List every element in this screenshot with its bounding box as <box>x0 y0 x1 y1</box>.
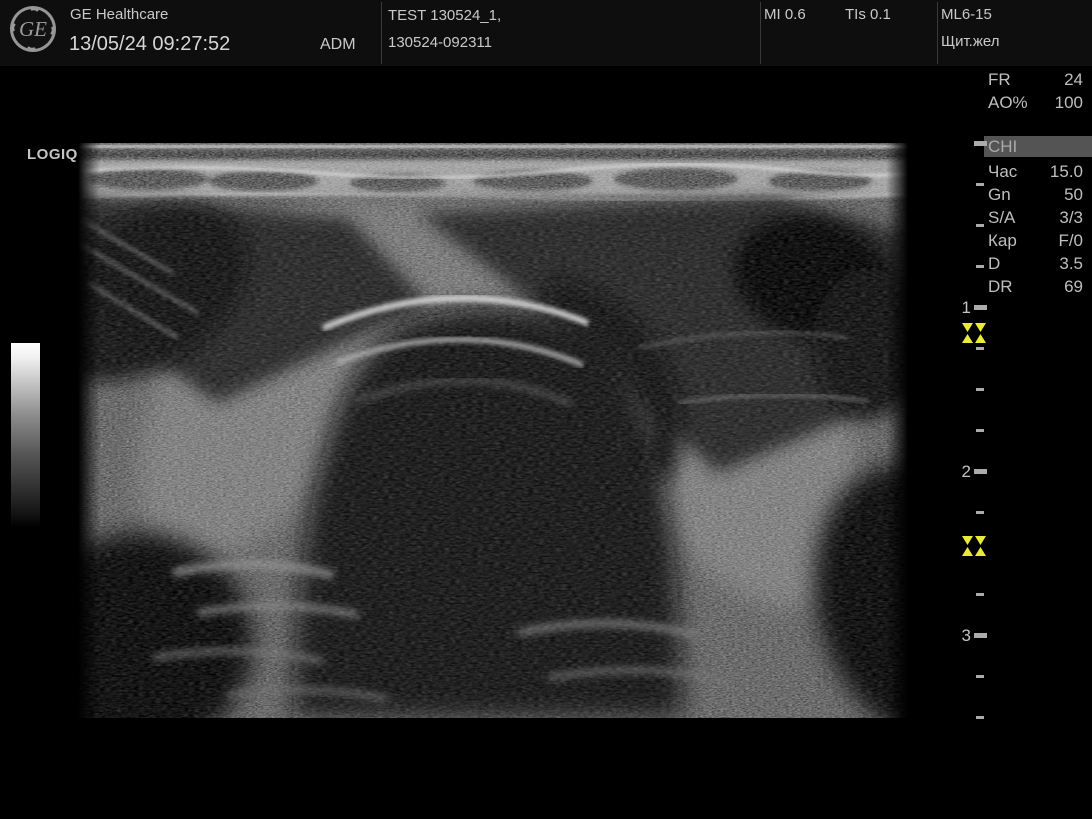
param-row[interactable]: Час 15.0 <box>984 162 1086 185</box>
ruler-tick <box>974 469 987 474</box>
mi-indicator: MI 0.6 <box>764 6 806 23</box>
param-value: 100 <box>1055 93 1086 113</box>
param-label: D <box>984 254 1000 274</box>
param-label: Кар <box>984 231 1017 251</box>
ruler-tick <box>976 675 984 678</box>
param-label: FR <box>984 70 1011 90</box>
ultrasound-image[interactable] <box>78 143 908 718</box>
param-value: 3.5 <box>1059 254 1086 274</box>
param-value: F/0 <box>1058 231 1086 251</box>
focus-zone-marker[interactable] <box>961 535 987 557</box>
param-value: 50 <box>1064 185 1086 205</box>
param-row[interactable]: Gn 50 <box>984 185 1086 208</box>
ruler-label: 3 <box>941 626 971 646</box>
mode-indicator-chi[interactable]: CHI <box>984 136 1092 157</box>
param-row[interactable]: S/A 3/3 <box>984 208 1086 231</box>
param-value: 69 <box>1064 277 1086 297</box>
patient-id[interactable]: 130524-092311 <box>388 34 492 51</box>
top-banner: GE GE Healthcare 13/05/24 09:27:52 ADM T… <box>0 0 1092 66</box>
ruler-tick <box>974 305 987 310</box>
probe-indicator[interactable]: ML6-15 <box>941 6 992 23</box>
ruler-tick <box>976 511 984 514</box>
param-label: Gn <box>984 185 1011 205</box>
grayscale-bar <box>11 343 40 528</box>
param-value: 15.0 <box>1050 162 1086 182</box>
ruler-tick <box>976 429 984 432</box>
param-label: Час <box>984 162 1017 182</box>
ruler-label: 1 <box>941 298 971 318</box>
focus-zone-marker[interactable] <box>961 322 987 344</box>
ruler-tick <box>976 224 984 227</box>
brand-label: GE Healthcare <box>70 6 168 23</box>
param-value: 3/3 <box>1059 208 1086 228</box>
ruler-tick <box>976 347 984 350</box>
ruler-tick <box>974 141 987 146</box>
ruler-label: 2 <box>941 462 971 482</box>
param-row[interactable]: FR 24 <box>984 70 1086 93</box>
banner-divider <box>937 2 938 64</box>
param-row[interactable]: DR 69 <box>984 277 1086 300</box>
ruler-tick <box>976 183 984 186</box>
datetime-label: 13/05/24 09:27:52 <box>69 33 230 56</box>
patient-name[interactable]: TEST 130524_1, <box>388 7 501 24</box>
operator-id-label: ADM <box>320 36 356 54</box>
ruler-tick <box>976 716 984 719</box>
ruler-tick <box>976 593 984 596</box>
param-label: S/A <box>984 208 1015 228</box>
param-label: DR <box>984 277 1013 297</box>
preset-indicator[interactable]: Щит.жел <box>941 33 999 50</box>
logiq-watermark: LOGIQ <box>27 146 78 163</box>
ge-logo-icon: GE <box>9 5 57 53</box>
ruler-tick <box>974 633 987 638</box>
param-label: AO% <box>984 93 1028 113</box>
param-row[interactable]: Кар F/0 <box>984 231 1086 254</box>
svg-text:GE: GE <box>19 17 47 41</box>
banner-divider <box>760 2 761 64</box>
banner-divider <box>381 2 382 64</box>
param-value: 24 <box>1064 70 1086 90</box>
ruler-tick <box>976 388 984 391</box>
param-row[interactable]: AO% 100 <box>984 93 1086 116</box>
param-row[interactable]: D 3.5 <box>984 254 1086 277</box>
tis-indicator: TIs 0.1 <box>845 6 891 23</box>
ruler-tick <box>976 265 984 268</box>
